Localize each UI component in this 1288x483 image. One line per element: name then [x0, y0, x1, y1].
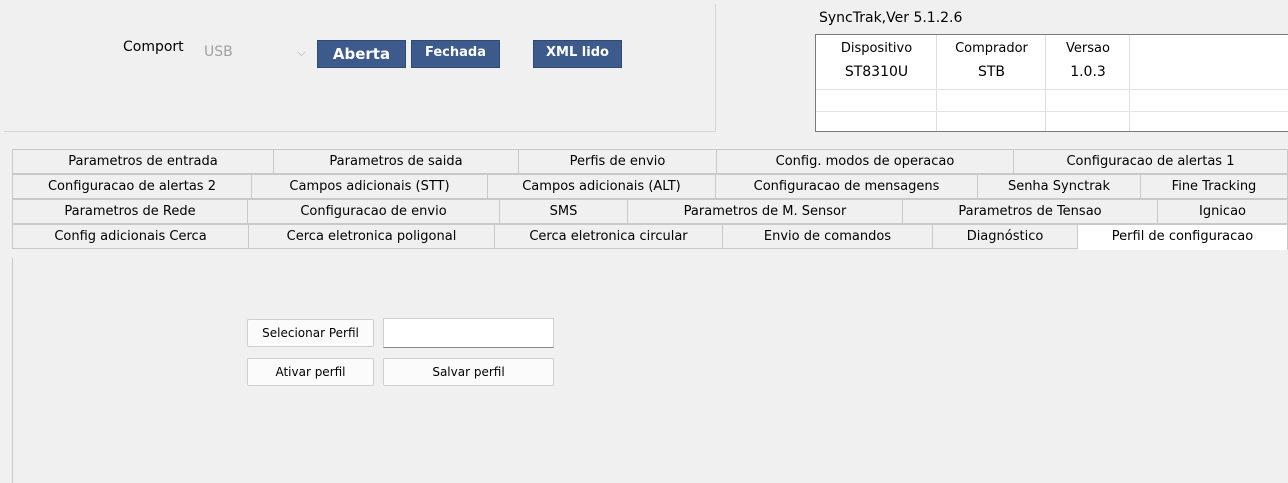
salvar-perfil-button[interactable]: Salvar perfil — [383, 358, 554, 386]
cell-versao: 1.0.3 — [1070, 64, 1106, 80]
tab-campos-alt[interactable]: Campos adicionais (ALT) — [488, 174, 716, 199]
perfil-path-input[interactable] — [383, 318, 554, 348]
header-dispositivo: Dispositivo — [840, 41, 913, 56]
tab-config-adicionais-cerca[interactable]: Config adicionais Cerca — [12, 224, 249, 249]
tab-diagnostico[interactable]: Diagnóstico — [933, 224, 1078, 249]
tab-perfil-configuracao[interactable]: Perfil de configuracao — [1078, 224, 1288, 250]
tab-envio-comandos[interactable]: Envio de comandos — [723, 224, 933, 249]
cell-dispositivo: ST8310U — [844, 64, 909, 80]
header-comprador: Comprador — [955, 41, 1028, 56]
tab-parametros-tensao[interactable]: Parametros de Tensao — [903, 199, 1158, 224]
tab-row-2: Configuracao de alertas 2 Campos adicion… — [12, 174, 1288, 199]
tab-config-envio[interactable]: Configuracao de envio — [248, 199, 500, 224]
selecionar-perfil-button[interactable]: Selecionar Perfil — [247, 319, 374, 347]
chevron-down-icon: ⌵ — [296, 45, 306, 59]
ativar-perfil-button[interactable]: Ativar perfil — [247, 358, 374, 386]
tab-fine-tracking[interactable]: Fine Tracking — [1141, 174, 1288, 199]
tab-parametros-rede[interactable]: Parametros de Rede — [12, 199, 248, 224]
tab-perfis-envio[interactable]: Perfis de envio — [519, 149, 717, 174]
table-row-divider — [816, 111, 1288, 112]
tab-config-alertas-2[interactable]: Configuracao de alertas 2 — [12, 174, 252, 199]
tab-senha-synctrak[interactable]: Senha Synctrak — [978, 174, 1141, 199]
aberta-button[interactable]: Aberta — [317, 40, 406, 68]
comport-selected-value: USB — [204, 44, 233, 60]
header-versao: Versao — [1066, 41, 1110, 56]
xml-lido-button[interactable]: XML lido — [533, 40, 622, 68]
tab-config-alertas-1[interactable]: Configuracao de alertas 1 — [1014, 149, 1288, 174]
tab-sms[interactable]: SMS — [500, 199, 628, 224]
version-title: SyncTrak,Ver 5.1.2.6 — [819, 10, 963, 26]
device-info-table: Dispositivo Comprador Versao ST8310U STB… — [815, 34, 1288, 132]
tab-cerca-poligonal[interactable]: Cerca eletronica poligonal — [249, 224, 495, 249]
tab-row-3: Parametros de Rede Configuracao de envio… — [12, 199, 1288, 224]
fechada-button[interactable]: Fechada — [411, 40, 500, 68]
tab-config-mensagens[interactable]: Configuracao de mensagens — [716, 174, 978, 199]
tab-config-modos[interactable]: Config. modos de operacao — [717, 149, 1014, 174]
comport-label: Comport — [123, 39, 184, 55]
perfil-tab-page — [12, 258, 1288, 483]
tab-row-4: Config adicionais Cerca Cerca eletronica… — [12, 224, 1288, 250]
tab-parametros-entrada[interactable]: Parametros de entrada — [12, 149, 274, 174]
tab-parametros-saida[interactable]: Parametros de saida — [274, 149, 519, 174]
tab-row-1: Parametros de entrada Parametros de said… — [12, 149, 1288, 174]
comport-select[interactable]: USB ⌵ — [198, 40, 312, 68]
cell-comprador: STB — [977, 64, 1006, 80]
tab-ignicao[interactable]: Ignicao — [1158, 199, 1288, 224]
table-row-divider — [816, 89, 1288, 90]
connection-group: Comport USB ⌵ Aberta Fechada XML lido — [4, 4, 716, 132]
tab-parametros-m-sensor[interactable]: Parametros de M. Sensor — [628, 199, 903, 224]
tab-cerca-circular[interactable]: Cerca eletronica circular — [495, 224, 723, 249]
tab-campos-stt[interactable]: Campos adicionais (STT) — [252, 174, 488, 199]
